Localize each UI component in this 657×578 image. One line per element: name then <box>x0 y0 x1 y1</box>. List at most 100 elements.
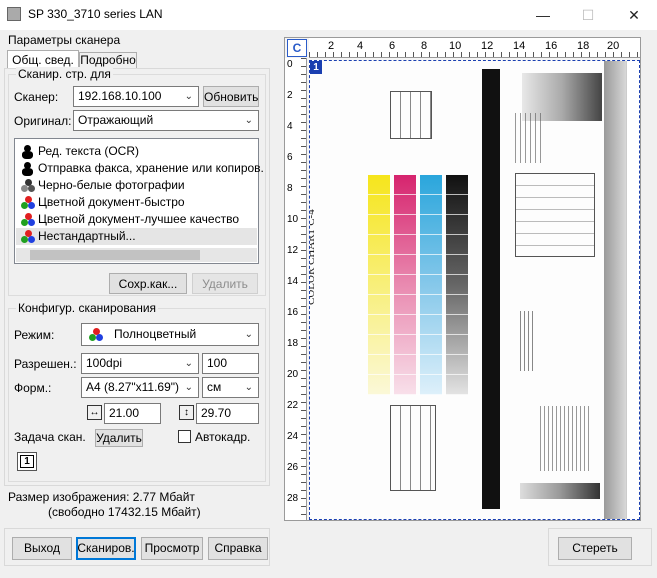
list-item[interactable]: Цветной документ-быстро <box>21 194 185 211</box>
mode-label: Режим: <box>14 328 55 342</box>
resolution-input[interactable]: 100 <box>202 353 259 374</box>
ruler-left-label: 18 <box>287 338 299 349</box>
ruler-left-label: 28 <box>287 493 299 504</box>
settings-label: Параметры сканера <box>8 33 121 47</box>
ruler-corner-icon[interactable]: C <box>287 39 307 57</box>
config-label: Конфигур. сканирования <box>16 301 159 315</box>
exit-button[interactable]: Выход <box>12 537 72 560</box>
scanner-value: 192.168.10.100 <box>78 89 162 103</box>
ruler-top-label: 2 <box>328 40 335 52</box>
task-label: Задача скан. <box>14 430 86 444</box>
gray-wedge-bottom <box>520 483 600 499</box>
small-table-top <box>390 91 432 139</box>
image-size-line2: (свободно 17432.15 Мбайт) <box>48 505 201 519</box>
resolution-select[interactable]: 100dpi ⌄ <box>81 353 199 374</box>
original-select[interactable]: Отражающий ⌄ <box>73 110 259 131</box>
delete-preset-button[interactable]: Удалить <box>192 273 258 294</box>
ruler-top-label: 18 <box>577 40 590 52</box>
list-item-selected[interactable]: Нестандартный... <box>16 228 257 245</box>
list-item[interactable]: Цветной документ-лучшее качество <box>21 211 239 228</box>
preview-button[interactable]: Просмотр <box>141 537 203 560</box>
preview-pane[interactable]: 2 4 6 8 10 12 14 16 18 20 C 1 COLOR CHAR… <box>284 37 641 521</box>
color-circles-icon <box>89 328 103 342</box>
image-size-line1: Размер изображения: 2.77 Мбайт <box>8 490 195 504</box>
ruler-top-label: 8 <box>421 40 428 52</box>
chevron-down-icon: ⌄ <box>184 91 193 102</box>
ruler-left-label: 6 <box>287 152 293 163</box>
refresh-button[interactable]: Обновить <box>203 86 259 107</box>
format-select[interactable]: A4 (8.27"x11.69") ⌄ <box>81 377 199 398</box>
text-block <box>515 113 545 163</box>
resolution-label: Разрешен.: <box>14 357 77 371</box>
ruler-left-label: 24 <box>287 431 299 442</box>
original-value: Отражающий <box>78 113 154 127</box>
clear-button[interactable]: Стереть <box>558 537 632 560</box>
title-bar: SP 330_3710 series LAN — ☐ ✕ <box>0 0 657 30</box>
preset-list[interactable]: Ред. текста (OCR) Отправка факса, хранен… <box>14 138 264 264</box>
task-delete-button[interactable]: Удалить <box>95 429 143 447</box>
scrollbar-thumb[interactable] <box>30 250 200 260</box>
scan-button[interactable]: Сканиров. <box>76 537 136 560</box>
scanned-image: 1 COLOR CHART C-4 <box>309 60 640 520</box>
bw-figure-icon <box>21 161 35 176</box>
tab-details[interactable]: Подробно <box>79 52 137 68</box>
window-title: SP 330_3710 series LAN <box>28 7 163 21</box>
resolution-value: 100dpi <box>86 356 123 370</box>
right-edge <box>626 61 639 519</box>
format-value: A4 (8.27"x11.69") <box>86 380 180 394</box>
original-label: Оригинал: <box>14 114 72 128</box>
mode-value: Полноцветный <box>114 327 197 341</box>
ruler-left-label: 10 <box>287 214 299 225</box>
color-circles-icon <box>21 212 35 227</box>
minimize-button[interactable]: — <box>520 0 566 30</box>
ruler-top: 2 4 6 8 10 12 14 16 18 20 <box>309 38 640 58</box>
help-button[interactable]: Справка <box>208 537 268 560</box>
autoframe-checkbox[interactable] <box>178 430 191 443</box>
ruler-left-label: 8 <box>287 183 293 194</box>
save-as-button[interactable]: Сохр.как... <box>109 273 187 294</box>
ruler-left-label: 16 <box>287 307 299 318</box>
ruler-top-label: 10 <box>449 40 462 52</box>
chevron-down-icon: ⌄ <box>244 115 253 126</box>
ruler-left-label: 20 <box>287 369 299 380</box>
height-input[interactable]: 29.70 <box>196 403 259 424</box>
scanner-select[interactable]: 192.168.10.100 ⌄ <box>73 86 199 107</box>
frame-number: 1 <box>20 455 34 468</box>
mode-select[interactable]: Полноцветный ⌄ <box>81 323 259 346</box>
list-item[interactable]: Отправка факса, хранение или копиров. <box>21 160 264 177</box>
unit-value: см <box>207 380 222 394</box>
small-table-bottom <box>390 405 436 491</box>
app-icon <box>7 7 21 21</box>
chevron-down-icon: ⌄ <box>184 358 193 369</box>
ruler-left-label: 2 <box>287 90 293 101</box>
horizontal-scrollbar[interactable] <box>16 248 257 262</box>
chart-title: COLOR CHART C-4 <box>309 209 317 305</box>
scanner-label: Сканер: <box>14 90 59 104</box>
maximize-button[interactable]: ☐ <box>565 0 611 30</box>
ruler-top-label: 4 <box>357 40 364 52</box>
gray-strip <box>604 61 626 519</box>
chevron-down-icon: ⌄ <box>184 382 193 393</box>
width-input[interactable]: 21.00 <box>104 403 161 424</box>
format-label: Форм.: <box>14 381 52 395</box>
frame-badge: 1 <box>310 61 322 74</box>
frame-task-icon[interactable]: 1 <box>17 452 37 471</box>
scan-for-label: Сканир. стр. для <box>16 67 113 81</box>
text-block <box>540 406 590 471</box>
close-button[interactable]: ✕ <box>611 0 657 30</box>
list-item[interactable]: Черно-белые фотографии <box>21 177 185 194</box>
grayscale-circles-icon <box>21 178 35 193</box>
ruler-left-label: 14 <box>287 276 299 287</box>
color-circles-icon <box>21 195 35 210</box>
ruler-top-label: 20 <box>607 40 620 52</box>
ruler-left-label: 4 <box>287 121 293 132</box>
height-icon: ↕ <box>179 405 194 420</box>
ruler-top-label: 16 <box>545 40 558 52</box>
black-strip <box>482 69 500 509</box>
list-item[interactable]: Ред. текста (OCR) <box>21 143 139 160</box>
unit-select[interactable]: см ⌄ <box>202 377 259 398</box>
ruler-left-label: 0 <box>287 59 293 70</box>
ruler-top-label: 6 <box>389 40 396 52</box>
autoframe-label: Автокадр. <box>195 430 251 444</box>
ruler-top-label: 14 <box>513 40 526 52</box>
